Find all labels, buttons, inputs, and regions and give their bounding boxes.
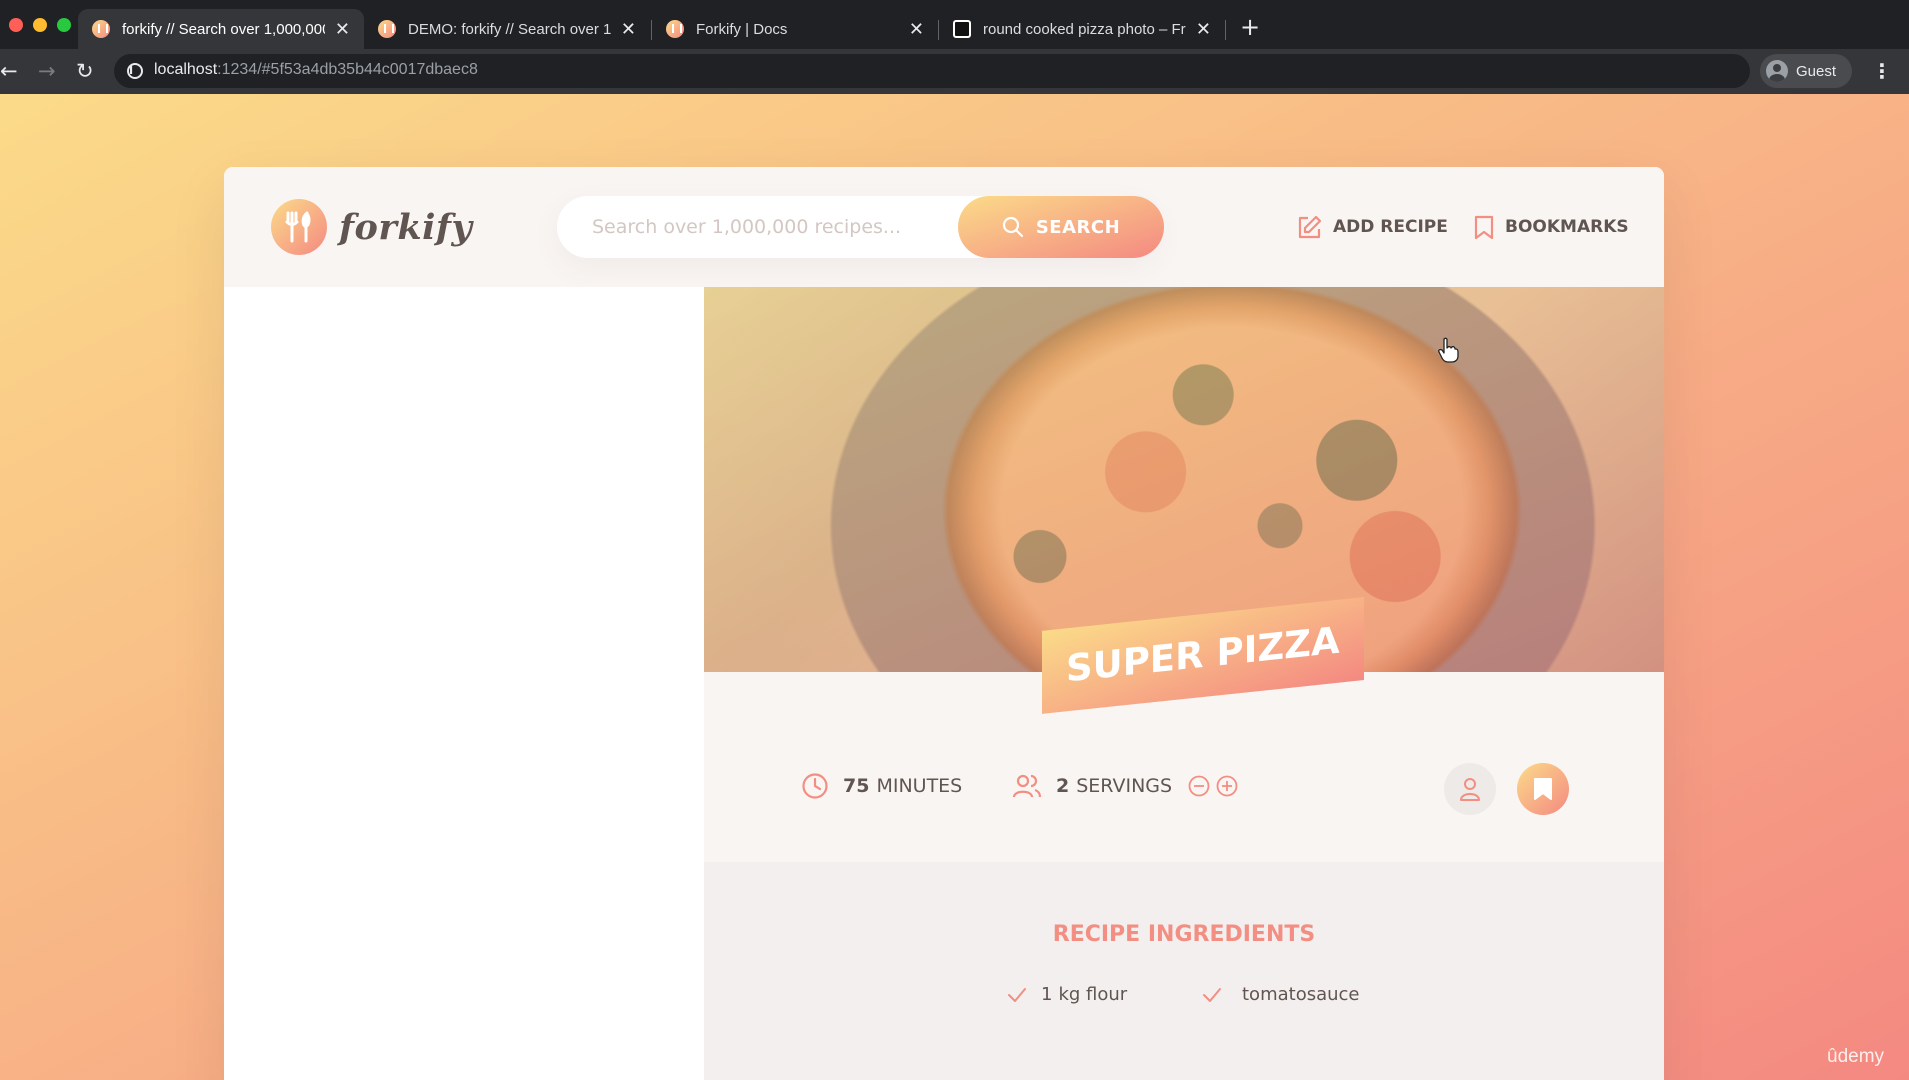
hand-cursor-icon [1438,337,1459,363]
tab-title: forkify // Search over 1,000,000 recipes… [122,20,325,38]
ingredients-heading: Recipe ingredients [1052,922,1316,947]
app-container: forkify Search Add recipe [224,167,1664,1080]
browser-menu-icon[interactable]: ⋮ [1872,59,1892,83]
search-input[interactable] [557,196,957,258]
page-viewport: forkify Search Add recipe [0,94,1909,1080]
forward-arrow-icon[interactable]: → [38,59,56,83]
window-minimize-button[interactable] [33,18,47,32]
clock-icon [802,773,828,799]
tab-close-icon[interactable]: ✕ [909,19,924,40]
window-close-button[interactable] [9,18,23,32]
ingredient-item: 1 kg flour [1007,984,1127,1005]
plus-circle-icon[interactable] [1216,775,1238,797]
search-results-panel [224,287,704,1080]
search-button-label: Search [1035,216,1121,238]
add-recipe-button[interactable]: Add recipe [1296,211,1448,243]
tab-title: round cooked pizza photo – Free Food Ima… [983,20,1186,38]
back-arrow-icon[interactable]: ← [0,59,18,83]
cooking-time-info: 75 minutes [801,772,962,800]
udemy-watermark: ûdemy [1827,1046,1885,1067]
logo-text: forkify [339,206,473,248]
recipe-view: Super Pizza 75 minutes [704,287,1664,1080]
servings-info: 2 servings [1012,772,1238,800]
bookmark-icon [1474,215,1494,239]
ingredient-description: tomatosauce [1242,984,1360,1005]
bookmark-recipe-button[interactable] [1517,763,1569,815]
browser-toolbar: ← → ↻ i localhost:1234/#5f53a4db35b44c00… [0,49,1909,94]
tab-close-icon[interactable]: ✕ [335,19,350,40]
browser-tab[interactable]: round cooked pizza photo – Free Food Ima… [939,9,1225,49]
browser-tab-bar: forkify // Search over 1,000,000 recipes… [0,0,1909,49]
user-icon [1460,778,1480,801]
servings-unit: servings [1076,775,1173,797]
cooking-time-unit: minutes [876,775,963,797]
users-icon [1012,774,1042,798]
url-text: localhost:1234/#5f53a4db35b44c0017dbaec8 [154,61,478,79]
bookmarks-label: Bookmarks [1505,217,1629,237]
cooking-time-value: 75 [843,775,870,797]
search-button[interactable]: Search [958,196,1164,258]
user-generated-badge [1444,763,1496,815]
search-icon [1002,216,1023,238]
servings-value: 2 [1056,775,1070,797]
fork-knife-logo-icon [271,199,327,255]
forkify-favicon-icon [378,20,396,38]
unsplash-favicon-icon [953,20,971,38]
recipe-ingredients-section: Recipe ingredients 1 kg flour tomatosauc… [704,862,1664,1080]
reload-icon[interactable]: ↻ [76,59,94,83]
url-path: :1234/#5f53a4db35b44c0017dbaec8 [217,61,478,78]
check-icon [1203,987,1221,1002]
bookmarks-button[interactable]: Bookmarks [1473,211,1629,243]
url-host: localhost [154,61,218,78]
window-maximize-button[interactable] [57,18,71,32]
forkify-favicon-icon [666,20,684,38]
bookmark-icon [1534,778,1552,800]
recipe-details: 75 minutes 2 servings [704,672,1664,862]
profile-button[interactable]: Guest [1760,54,1852,88]
new-tab-plus-icon[interactable]: + [1240,13,1260,41]
ingredient-item: tomatosauce [1202,984,1360,1005]
tab-title: DEMO: forkify // Search over 1,000,000 r… [408,20,611,38]
app-header: forkify Search Add recipe [224,167,1664,287]
check-icon [1008,987,1026,1002]
recipe-image [704,287,1664,672]
forkify-favicon-icon [92,20,110,38]
browser-tab[interactable]: Forkify | Docs ✕ [652,9,938,49]
browser-tab-active[interactable]: forkify // Search over 1,000,000 recipes… [78,9,364,49]
search-form: Search [557,196,1164,258]
tab-close-icon[interactable]: ✕ [621,19,636,40]
add-recipe-label: Add recipe [1333,217,1448,237]
guest-avatar-icon [1766,60,1788,82]
forkify-logo[interactable]: forkify [271,199,472,255]
tab-title: Forkify | Docs [696,20,788,38]
site-info-icon[interactable]: i [127,63,143,79]
tab-close-icon[interactable]: ✕ [1196,19,1211,40]
minus-circle-icon[interactable] [1188,775,1210,797]
address-bar[interactable]: i localhost:1234/#5f53a4db35b44c0017dbae… [114,54,1750,88]
ingredient-quantity: 1 [1041,984,1053,1005]
edit-icon [1298,215,1322,238]
tab-separator [1225,20,1226,40]
ingredient-description: kg flour [1058,984,1128,1005]
profile-label: Guest [1796,62,1837,80]
browser-tab[interactable]: DEMO: forkify // Search over 1,000,000 r… [364,9,650,49]
